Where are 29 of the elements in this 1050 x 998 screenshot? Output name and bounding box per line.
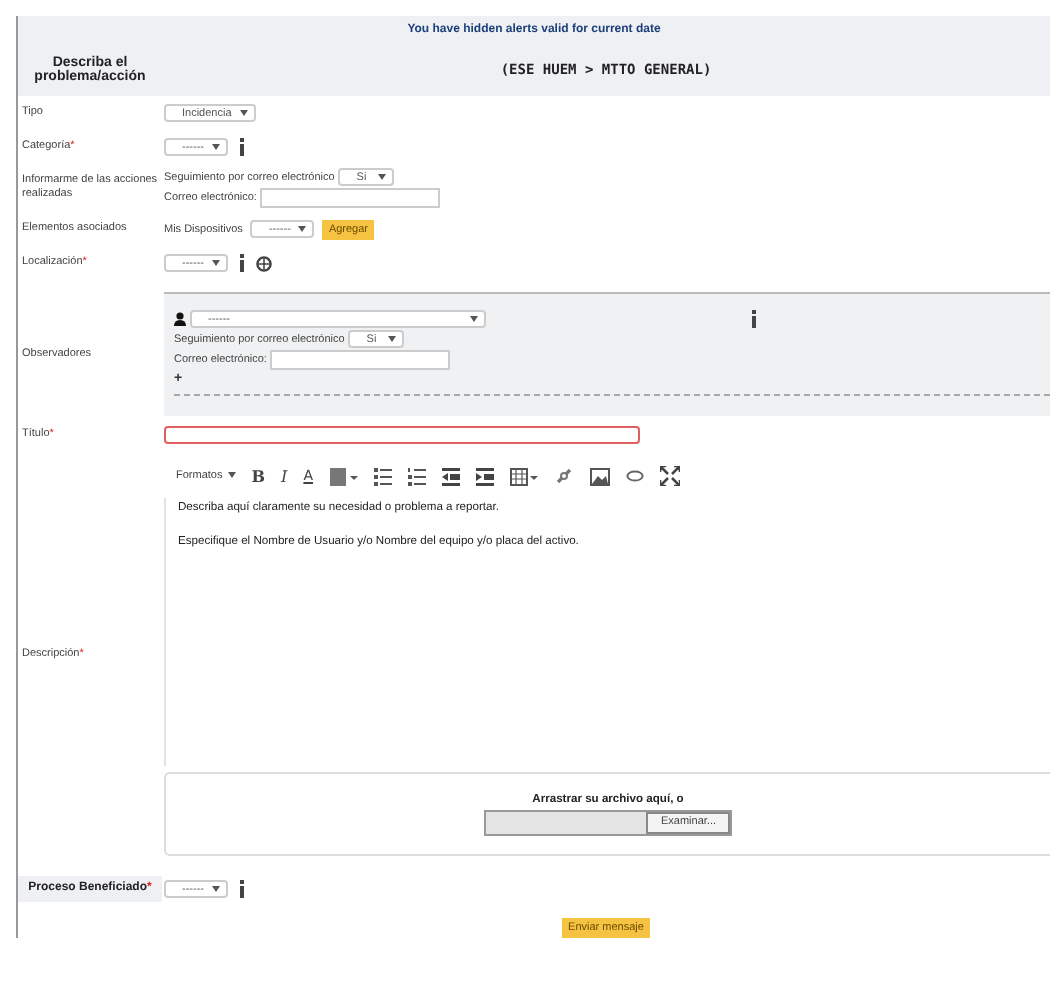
highlight-icon[interactable] [329, 467, 357, 485]
code-icon[interactable] [625, 470, 643, 482]
info-icon[interactable] [238, 880, 246, 898]
caret-icon [212, 144, 220, 150]
format-button[interactable]: I [281, 467, 288, 485]
image-icon[interactable] [589, 467, 609, 485]
format-button[interactable]: B [251, 466, 266, 486]
indent-icon[interactable] [475, 467, 493, 485]
link-icon[interactable] [553, 466, 573, 486]
info-icon[interactable] [238, 254, 246, 272]
caret-icon [388, 336, 397, 342]
caret-icon [298, 226, 307, 232]
caret-icon [378, 174, 387, 180]
bullet-list-icon[interactable] [373, 467, 391, 485]
caret-icon [470, 316, 478, 322]
info-icon[interactable] [238, 138, 246, 156]
table-icon[interactable] [509, 467, 537, 485]
fullscreen-icon[interactable] [659, 466, 679, 486]
numbered-list-icon[interactable] [407, 467, 425, 485]
title-field[interactable] [164, 426, 640, 444]
caret-icon [212, 886, 220, 892]
globe-icon[interactable] [256, 255, 272, 271]
caret-icon [239, 110, 248, 116]
caret-icon [212, 260, 220, 266]
outdent-icon[interactable] [441, 467, 459, 485]
email-field[interactable] [270, 350, 451, 370]
user-icon [174, 312, 186, 326]
info-icon[interactable] [750, 310, 758, 328]
email-field[interactable] [260, 188, 441, 208]
